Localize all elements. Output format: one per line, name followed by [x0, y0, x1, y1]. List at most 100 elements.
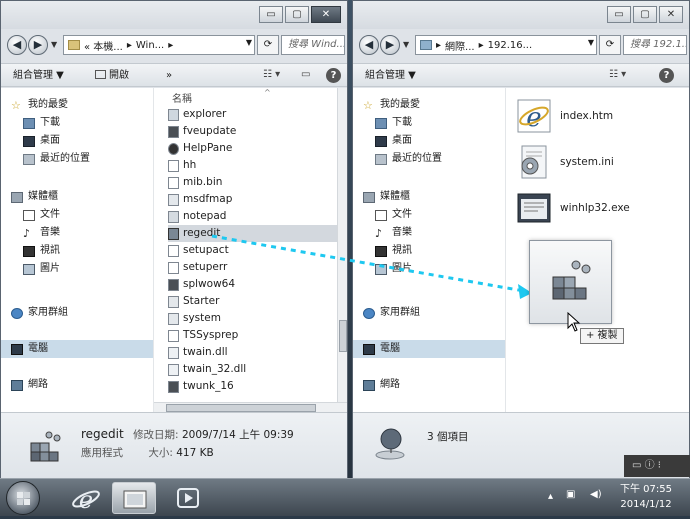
- breadcrumb-segment[interactable]: 192.16...: [488, 40, 533, 51]
- file-row[interactable]: notepad: [168, 208, 332, 225]
- organize-menu[interactable]: 組合管理 ▼: [365, 68, 416, 84]
- minimize-button[interactable]: ▭: [259, 6, 283, 23]
- refresh-icon[interactable]: ⟳: [257, 35, 279, 55]
- file-row[interactable]: setupact: [168, 242, 332, 259]
- file-item[interactable]: e index.htm: [516, 94, 686, 138]
- file-row[interactable]: twain.dll: [168, 344, 332, 361]
- nav-network[interactable]: 網路: [353, 376, 505, 394]
- recent-pages-dropdown[interactable]: ▼: [51, 40, 57, 49]
- open-button[interactable]: 開啟: [95, 68, 129, 84]
- back-arrow-icon[interactable]: ◀: [359, 35, 379, 55]
- view-options-icon[interactable]: ☷ ▾: [609, 69, 626, 83]
- organize-menu[interactable]: 組合管理 ▼: [13, 68, 64, 84]
- nav-item-videos[interactable]: 視訊: [353, 242, 505, 260]
- file-name: notepad: [183, 210, 227, 222]
- file-icon: [168, 380, 179, 393]
- forward-arrow-icon[interactable]: ▶: [28, 35, 48, 55]
- nav-libraries[interactable]: 媒體櫃: [353, 188, 505, 206]
- file-row[interactable]: Starter: [168, 293, 332, 310]
- explorer-window-network[interactable]: ▭ ▢ ✕ ◀ ▶ ▼ ▸ 網際... ▸ 192.16... ▼ ⟳ 搜尋 1…: [352, 0, 690, 479]
- file-row[interactable]: hh: [168, 157, 332, 174]
- notification-popup: ▭ ⓘ ⁝: [624, 455, 690, 477]
- clock[interactable]: 下午 07:55 2014/1/12: [620, 482, 672, 512]
- more-commands-button[interactable]: »: [166, 68, 172, 84]
- scroll-thumb[interactable]: [339, 320, 347, 352]
- volume-icon[interactable]: ◀): [590, 489, 602, 500]
- view-options-icon[interactable]: ☷ ▾: [263, 69, 280, 83]
- forward-arrow-icon[interactable]: ▶: [380, 35, 400, 55]
- file-row[interactable]: twain_32.dll: [168, 361, 332, 378]
- minimize-button[interactable]: ▭: [607, 6, 631, 23]
- column-header-name[interactable]: 名稱: [172, 90, 192, 105]
- file-list[interactable]: 名稱 ^ explorer fveupdate HelpPane hh mib.…: [153, 88, 347, 412]
- file-row-selected[interactable]: regedit: [168, 225, 346, 242]
- address-dropdown[interactable]: ▼: [228, 38, 252, 47]
- back-arrow-icon[interactable]: ◀: [7, 35, 27, 55]
- horizontal-scrollbar[interactable]: [154, 402, 347, 412]
- file-row[interactable]: HelpPane: [168, 140, 332, 157]
- nav-item-desktop[interactable]: 桌面: [353, 132, 505, 150]
- preview-pane-icon[interactable]: ▭: [301, 69, 310, 83]
- nav-favorites[interactable]: ☆ 我的最愛: [353, 96, 505, 114]
- taskbar-ie-button[interactable]: e: [64, 482, 108, 514]
- title-bar[interactable]: ▭ ▢ ✕: [353, 1, 689, 29]
- nav-item-downloads[interactable]: 下載: [353, 114, 505, 132]
- vertical-scrollbar[interactable]: [337, 88, 347, 412]
- file-row[interactable]: fveupdate: [168, 123, 332, 140]
- nav-item-documents[interactable]: 文件: [353, 206, 505, 224]
- scroll-thumb[interactable]: [166, 404, 316, 412]
- file-row[interactable]: system: [168, 310, 332, 327]
- breadcrumb-segment[interactable]: Win...: [136, 40, 164, 51]
- search-input[interactable]: 搜尋 192.1...: [623, 35, 687, 55]
- breadcrumb-segment[interactable]: « 本機...: [84, 38, 123, 53]
- file-row[interactable]: TSSysprep: [168, 327, 332, 344]
- start-button[interactable]: [6, 481, 40, 515]
- help-icon[interactable]: ?: [326, 68, 341, 83]
- nav-libraries[interactable]: 媒體櫃: [1, 188, 153, 206]
- address-bar[interactable]: ▸ 網際... ▸ 192.16... ▼: [415, 35, 597, 55]
- media-player-icon: [177, 488, 199, 508]
- nav-item-videos[interactable]: 視訊: [1, 242, 153, 260]
- nav-network[interactable]: 網路: [1, 376, 153, 394]
- nav-item-pictures[interactable]: 圖片: [1, 260, 153, 278]
- nav-favorites[interactable]: ☆ 我的最愛: [1, 96, 153, 114]
- nav-item-recent[interactable]: 最近的位置: [1, 150, 153, 168]
- network-tray-icon[interactable]: ▣: [566, 489, 575, 500]
- help-icon[interactable]: ?: [659, 68, 674, 83]
- file-row[interactable]: mib.bin: [168, 174, 332, 191]
- address-row: ◀ ▶ ▼ ▸ 網際... ▸ 192.16... ▼ ⟳ 搜尋 192.1..…: [353, 31, 689, 59]
- nav-item-music[interactable]: ♪ 音樂: [353, 224, 505, 242]
- nav-item-pictures[interactable]: 圖片: [353, 260, 505, 278]
- address-bar[interactable]: « 本機... ▸ Win... ▸ ▼: [63, 35, 255, 55]
- nav-item-music[interactable]: ♪ 音樂: [1, 224, 153, 242]
- close-button[interactable]: ✕: [311, 6, 341, 23]
- taskbar-media-button[interactable]: [166, 482, 210, 514]
- file-row[interactable]: splwow64: [168, 276, 332, 293]
- address-dropdown[interactable]: ▼: [570, 38, 594, 47]
- nav-homegroup[interactable]: 家用群組: [353, 304, 505, 322]
- search-input[interactable]: 搜尋 Wind...: [281, 35, 345, 55]
- nav-item-downloads[interactable]: 下載: [1, 114, 153, 132]
- maximize-button[interactable]: ▢: [633, 6, 657, 23]
- nav-item-desktop[interactable]: 桌面: [1, 132, 153, 150]
- file-row[interactable]: msdfmap: [168, 191, 332, 208]
- title-bar[interactable]: ▭ ▢ ✕: [1, 1, 347, 29]
- close-button[interactable]: ✕: [659, 6, 683, 23]
- refresh-icon[interactable]: ⟳: [599, 35, 621, 55]
- file-row[interactable]: twunk_16: [168, 378, 332, 395]
- breadcrumb-segment[interactable]: 網際...: [445, 38, 475, 53]
- file-row[interactable]: explorer: [168, 106, 332, 123]
- nav-item-documents[interactable]: 文件: [1, 206, 153, 224]
- nav-computer[interactable]: 電腦: [1, 340, 153, 358]
- file-row[interactable]: setuperr: [168, 259, 332, 276]
- file-item[interactable]: winhlp32.exe: [516, 186, 686, 230]
- maximize-button[interactable]: ▢: [285, 6, 309, 23]
- nav-computer[interactable]: 電腦: [353, 340, 505, 358]
- nav-homegroup[interactable]: 家用群組: [1, 304, 153, 322]
- taskbar-explorer-button[interactable]: [112, 482, 156, 514]
- tray-expand-icon[interactable]: ▴: [548, 491, 553, 502]
- recent-pages-dropdown[interactable]: ▼: [403, 40, 409, 49]
- file-item[interactable]: system.ini: [516, 140, 686, 184]
- explorer-window-local[interactable]: ▭ ▢ ✕ ◀ ▶ ▼ « 本機... ▸ Win... ▸ ▼ ⟳ 搜尋 Wi…: [0, 0, 348, 479]
- nav-item-recent[interactable]: 最近的位置: [353, 150, 505, 168]
